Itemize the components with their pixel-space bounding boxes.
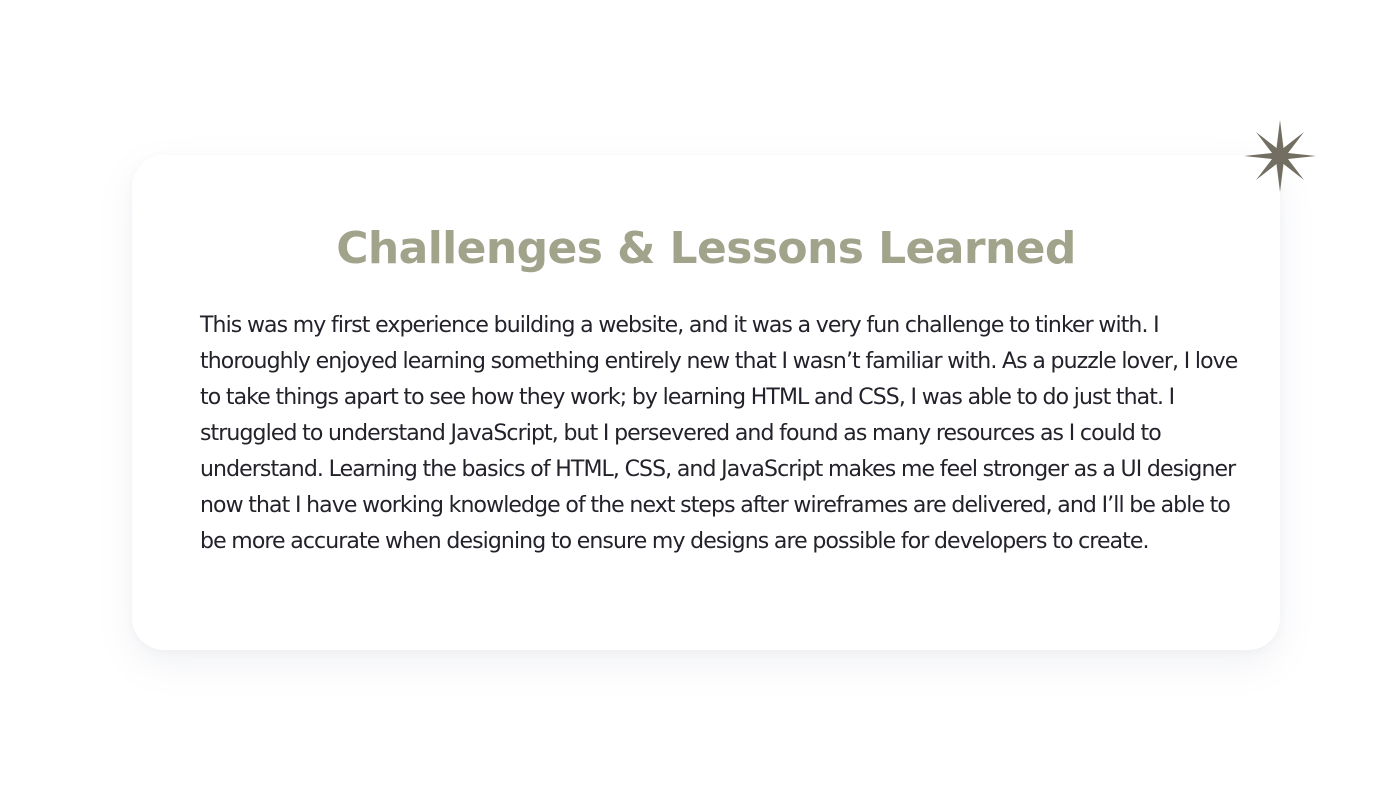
section-title: Challenges & Lessons Learned: [336, 223, 1076, 274]
page: { "section": { "title": "Challenges & Le…: [0, 0, 1400, 789]
sparkle-star-shape: [1244, 120, 1316, 192]
sparkle-star-icon: [1244, 120, 1316, 192]
section-body-text: This was my first experience building a …: [200, 313, 1238, 554]
lessons-card: Challenges & Lessons Learned This was my…: [132, 155, 1280, 650]
